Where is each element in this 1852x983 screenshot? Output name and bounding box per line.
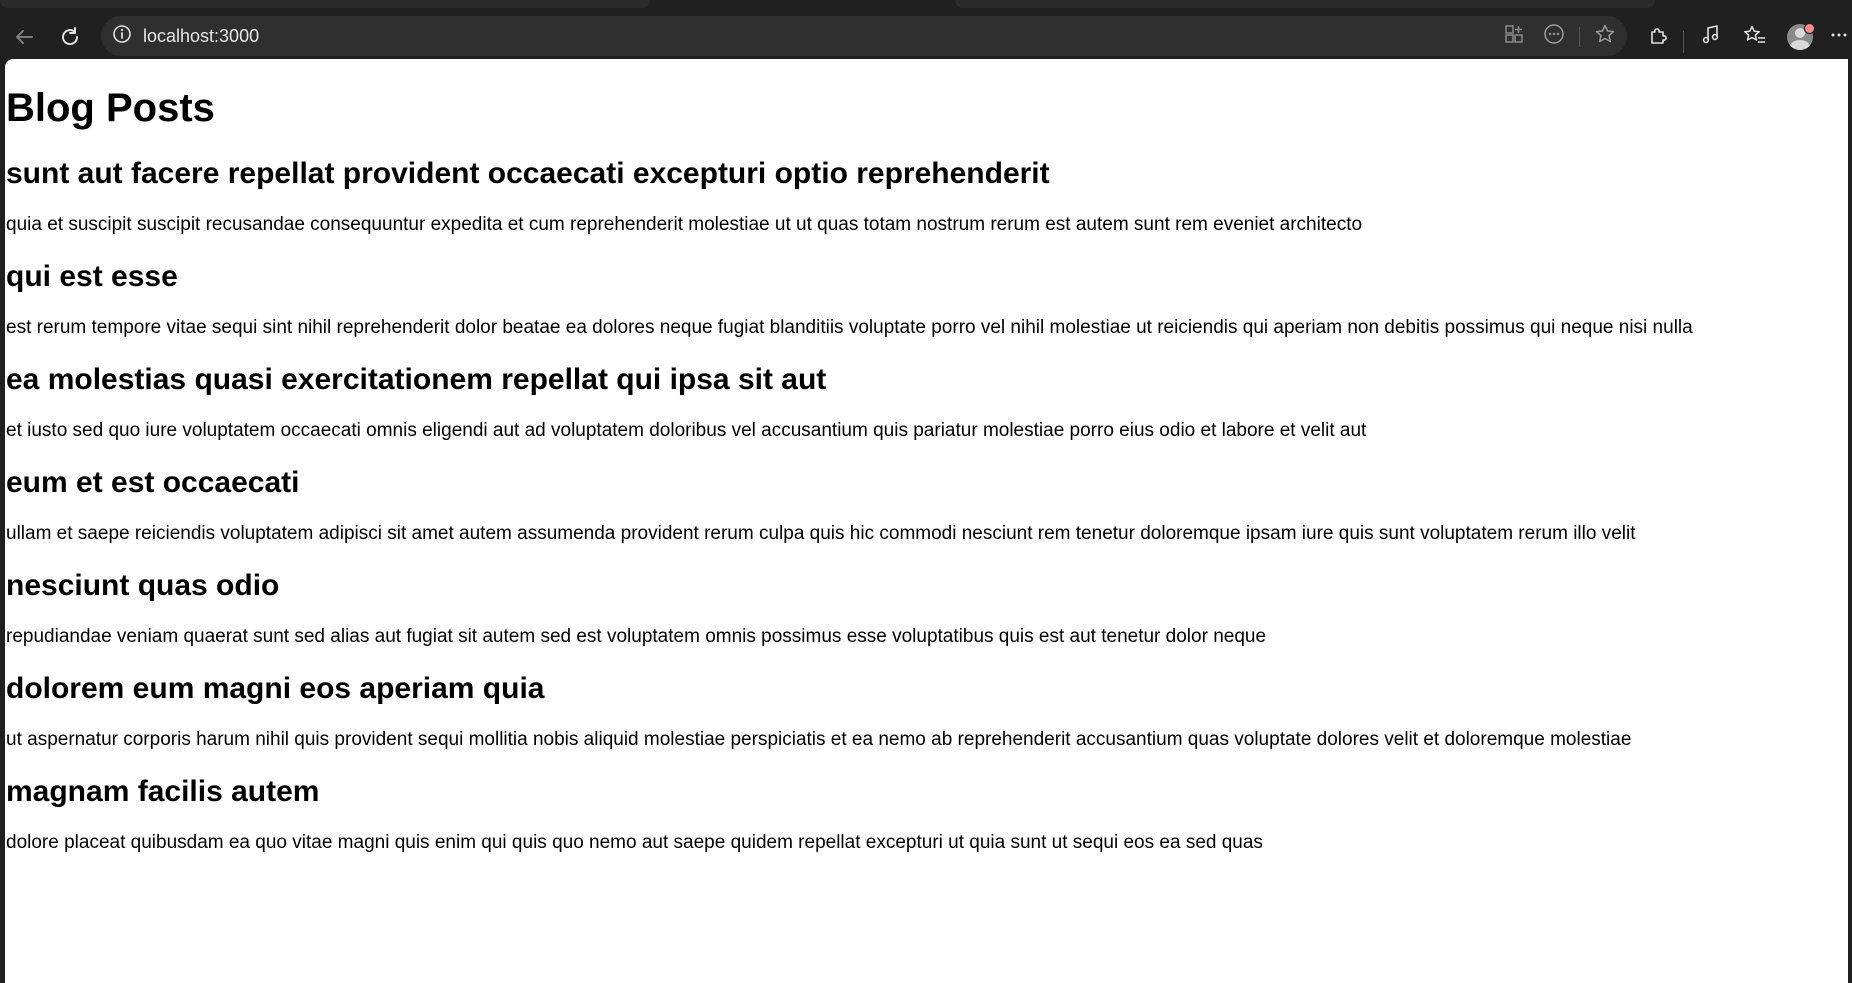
toolbar-divider [1683,31,1684,53]
blog-post: magnam facilis autem dolore placeat quib… [6,774,1852,854]
back-button[interactable] [7,20,41,54]
blog-page: Blog Posts sunt aut facere repellat prov… [5,84,1852,854]
post-title: sunt aut facere repellat provident occae… [6,157,1050,190]
address-divider [1579,27,1580,47]
media-control-button[interactable] [1694,20,1728,54]
site-info-button[interactable] [109,23,135,49]
blog-post: ea molestias quasi exercitationem repell… [6,362,1852,442]
ellipsis-circle-icon [1543,23,1565,50]
puzzle-icon [1648,24,1670,51]
post-title: eum et est occaecati [6,466,300,499]
post-title: dolorem eum magni eos aperiam quia [6,672,545,705]
tab-background[interactable] [955,0,1655,8]
extensions-button[interactable] [1642,20,1676,54]
refresh-button[interactable] [53,20,87,54]
post-body: et iusto sed quo iure voluptatem occaeca… [6,420,1367,441]
back-arrow-icon [13,26,35,48]
page-title: Blog Posts [6,86,215,130]
blog-post: qui est esse est rerum tempore vitae seq… [6,259,1852,339]
post-title: qui est esse [6,260,178,293]
favorites-button[interactable] [1738,20,1772,54]
post-body: dolore placeat quibusdam ea quo vitae ma… [6,832,1263,853]
favorites-list-icon [1743,24,1767,51]
page-viewport: Blog Posts sunt aut facere repellat prov… [5,59,1852,983]
post-body: ullam et saepe reiciendis voluptatem adi… [6,523,1636,544]
refresh-icon [59,26,81,48]
post-title: magnam facilis autem [6,775,320,808]
tab-background[interactable] [0,0,650,8]
blog-post: sunt aut facere repellat provident occae… [6,156,1852,236]
blog-post: eum et est occaecati ullam et saepe reic… [6,465,1852,545]
blog-post: nesciunt quas odio repudiandae veniam qu… [6,568,1852,648]
tab-strip [0,0,1852,13]
blog-post: dolorem eum magni eos aperiam quia ut as… [6,671,1852,751]
address-bar[interactable]: localhost:3000 [101,16,1627,56]
music-note-icon [1700,24,1722,51]
app-available-button[interactable] [1500,22,1528,50]
page-actions-button[interactable] [1540,22,1568,50]
more-horizontal-icon [1829,25,1849,50]
post-title: nesciunt quas odio [6,569,280,602]
address-url[interactable]: localhost:3000 [143,26,259,47]
profile-button[interactable] [1783,20,1817,54]
add-favorite-button[interactable] [1591,22,1619,50]
info-icon [112,24,132,49]
profile-status-badge [1804,23,1815,34]
post-title: ea molestias quasi exercitationem repell… [6,363,827,396]
post-body: est rerum tempore vitae sequi sint nihil… [6,317,1693,338]
post-body: ut aspernatur corporis harum nihil quis … [6,729,1632,750]
post-body: quia et suscipit suscipit recusandae con… [6,214,1363,235]
browser-toolbar: localhost:3000 [0,13,1852,59]
app-grid-icon [1504,24,1524,49]
settings-menu-button[interactable] [1826,20,1852,54]
star-icon [1594,23,1616,50]
window-edge [1848,59,1852,983]
post-body: repudiandae veniam quaerat sunt sed alia… [6,626,1267,647]
